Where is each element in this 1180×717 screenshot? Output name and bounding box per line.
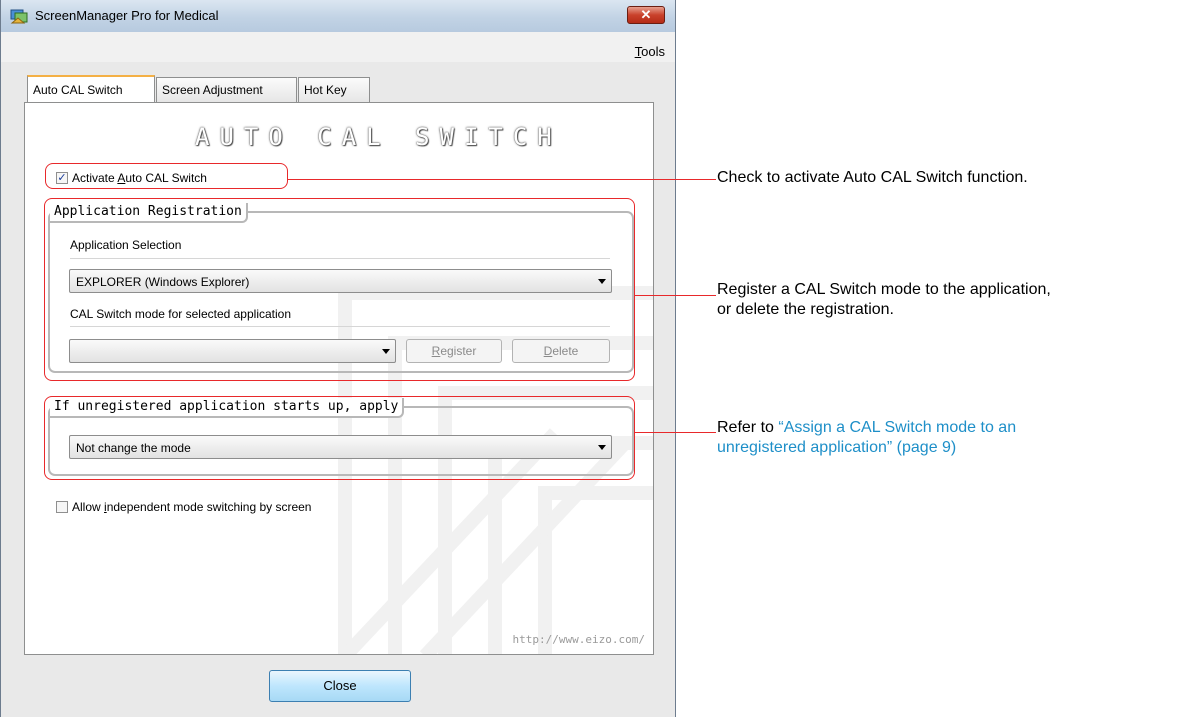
title-bar: ScreenManager Pro for Medical ✕: [1, 0, 675, 33]
menu-bar: Tools: [1, 32, 675, 62]
refer-link[interactable]: “Assign a CAL Switch mode to an: [778, 419, 1016, 436]
tab-hot-key[interactable]: Hot Key: [298, 77, 370, 102]
independent-mode-switching-label: Allow independent mode switching by scre…: [72, 500, 312, 514]
refer-link-continued[interactable]: unregistered application” (page 9): [717, 438, 1016, 458]
menu-tools-label: ools: [641, 44, 665, 59]
app-icon: [10, 9, 28, 24]
independent-mode-switching-checkbox[interactable]: [56, 501, 68, 513]
registration-highlight: [44, 198, 635, 381]
registration-note: Register a CAL Switch mode to the applic…: [717, 281, 1051, 318]
registration-leader-line: [635, 295, 716, 296]
eizo-url: http://www.eizo.com/: [512, 633, 645, 646]
tab-screen-adjustment[interactable]: Screen Adjustment: [156, 77, 297, 102]
close-icon: ✕: [640, 7, 652, 22]
refer-note: Refer to “Assign a CAL Switch mode to an…: [717, 419, 1017, 458]
auto-cal-switch-logo: AUTO CAL SWITCH: [195, 123, 562, 151]
unregistered-highlight: [44, 396, 635, 480]
activate-highlight: [45, 163, 288, 189]
tab-auto-cal-switch[interactable]: Auto CAL Switch: [27, 75, 155, 102]
menu-tools[interactable]: Tools: [635, 44, 665, 59]
unregistered-leader-line: [635, 432, 716, 433]
close-button[interactable]: Close: [269, 670, 411, 702]
activate-note: Check to activate Auto CAL Switch functi…: [717, 169, 1028, 186]
window-close-button[interactable]: ✕: [627, 6, 665, 24]
activate-leader-line: [288, 179, 716, 180]
window-title: ScreenManager Pro for Medical: [35, 8, 219, 23]
